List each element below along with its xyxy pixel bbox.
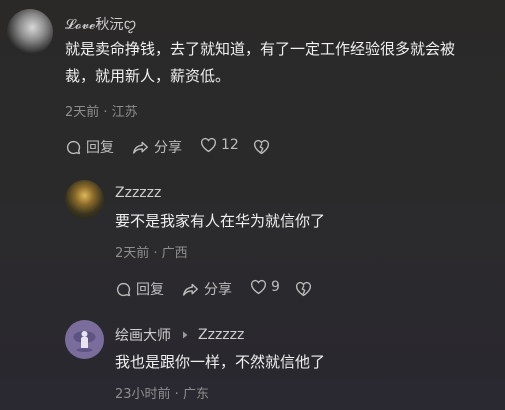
- avatar[interactable]: [65, 180, 104, 219]
- reply-header: 绘画大师 Zzzzzz: [115, 325, 244, 345]
- cartoon-avatar-image: [73, 331, 96, 352]
- broken-heart-icon: [254, 139, 269, 155]
- comment-text: 就是卖命挣钱，去了就知道，有了一定工作经验很多就会被 裁，就用新人，薪资低。: [65, 36, 455, 90]
- comment-icon: [116, 282, 131, 296]
- comment-icon: [66, 140, 81, 154]
- comment-username[interactable]: 绘画大师: [115, 325, 171, 345]
- dislike-button[interactable]: [253, 139, 270, 159]
- like-count: 9: [271, 279, 280, 295]
- comment-text: 要不是我家有人在华为就信你了: [115, 208, 325, 235]
- share-button[interactable]: 分享: [181, 279, 232, 299]
- broken-heart-icon: [296, 281, 311, 297]
- comment-text-line: 裁，就用新人，薪资低。: [65, 67, 231, 85]
- comment-username[interactable]: Zzzzzz: [115, 185, 161, 201]
- like-button[interactable]: 9: [250, 279, 280, 295]
- avatar[interactable]: [65, 320, 104, 359]
- like-button[interactable]: 12: [200, 137, 239, 153]
- comment-text: 我也是跟你一样，不然就信他了: [115, 349, 325, 376]
- reply-label: 回复: [136, 282, 164, 298]
- comment-text-line: 我也是跟你一样，不然就信他了: [115, 353, 326, 371]
- comment-text-line: 就是卖命挣钱，去了就知道，有了一定工作经验很多就会被: [65, 40, 456, 58]
- share-button[interactable]: 分享: [131, 137, 182, 157]
- share-label: 分享: [154, 140, 182, 156]
- reply-to-username[interactable]: Zzzzzz: [198, 327, 244, 343]
- share-icon: [133, 141, 148, 154]
- reply-button[interactable]: 回复: [115, 279, 164, 299]
- dislike-button[interactable]: [295, 281, 312, 301]
- heart-icon: [201, 137, 216, 153]
- comment-meta: 23小时前 · 广东: [115, 387, 209, 402]
- comment-username[interactable]: 𝓛𝓸𝓿𝓮秋沅ꨄ: [65, 13, 137, 34]
- share-icon: [183, 283, 198, 296]
- heart-icon: [251, 279, 266, 295]
- reply-arrow-icon: [183, 331, 188, 339]
- reply-label: 回复: [86, 140, 114, 156]
- share-label: 分享: [204, 282, 232, 298]
- comment-text-line: 要不是我家有人在华为就信你了: [115, 212, 326, 230]
- reply-button[interactable]: 回复: [65, 137, 114, 157]
- comment-meta: 2天前 · 江苏: [65, 105, 138, 120]
- comment-meta: 2天前 · 广西: [115, 246, 188, 261]
- avatar[interactable]: [7, 9, 53, 55]
- like-count: 12: [221, 137, 239, 153]
